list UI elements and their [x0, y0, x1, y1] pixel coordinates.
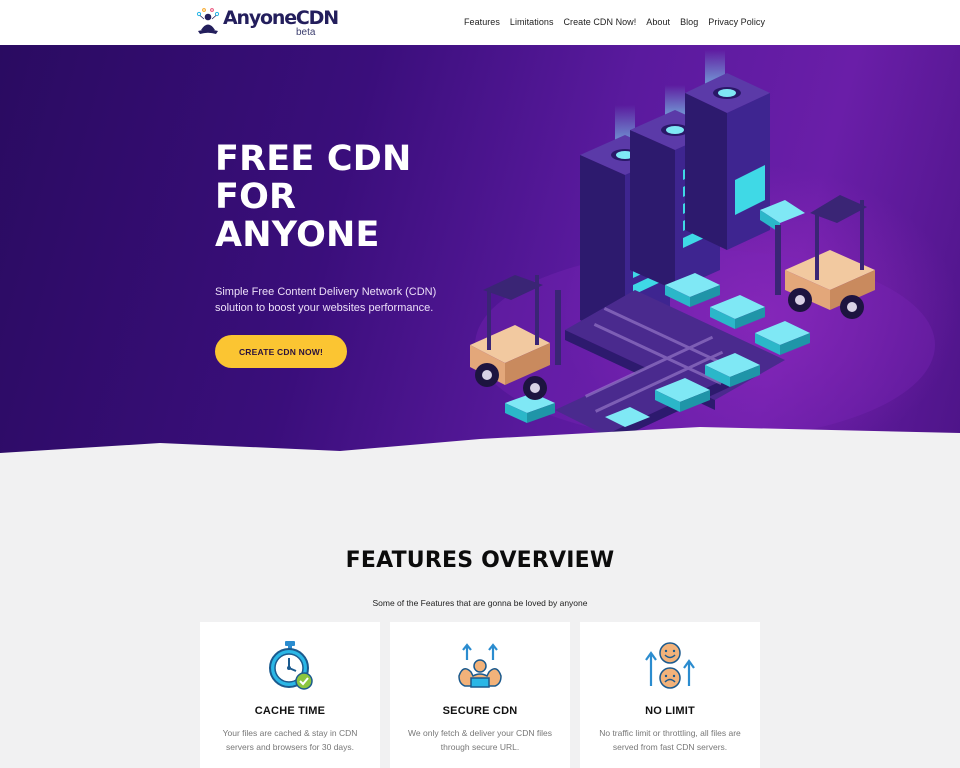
- feature-card-title: CACHE TIME: [254, 705, 326, 717]
- nav-create-cdn[interactable]: Create CDN Now!: [564, 17, 637, 27]
- hero-subtitle: Simple Free Content Delivery Network (CD…: [215, 286, 437, 314]
- feature-card-description: Your files are cached & stay in CDN serv…: [222, 728, 358, 752]
- features-subtitle: Some of the Features that are gonna be l…: [372, 598, 588, 608]
- create-cdn-button[interactable]: CREATE CDN NOW!: [215, 335, 347, 368]
- no-limit-icon: [645, 642, 695, 689]
- hero-wave-divider: [0, 427, 960, 465]
- logo[interactable]: AnyoneCDN beta: [195, 7, 339, 39]
- nav-blog[interactable]: Blog: [680, 17, 698, 27]
- meditating-person-logo-icon: [196, 8, 220, 34]
- site-header: AnyoneCDN beta Features Limitations Crea…: [0, 0, 960, 45]
- feature-card-description: No traffic limit or throttling, all file…: [599, 728, 741, 752]
- brand-tag: beta: [296, 27, 316, 38]
- feature-card-secure-cdn: SECURE CDN We only fetch & deliver your …: [390, 622, 570, 768]
- feature-card-title: SECURE CDN: [442, 705, 518, 717]
- nav-privacy-policy[interactable]: Privacy Policy: [708, 17, 765, 27]
- strong-person-icon: [458, 643, 502, 688]
- nav-limitations[interactable]: Limitations: [510, 17, 554, 27]
- server-rack: [685, 73, 770, 250]
- feature-card-description: We only fetch & deliver your CDN files t…: [408, 728, 552, 752]
- stopwatch-icon: [269, 641, 313, 690]
- nav-features[interactable]: Features: [464, 17, 500, 27]
- brand-name: AnyoneCDN: [223, 7, 339, 29]
- feature-card-no-limit: NO LIMIT No traffic limit or throttling,…: [580, 622, 760, 768]
- data-center-illustration: [470, 50, 935, 445]
- hero-section: FREE CDN FOR ANYONE Simple Free Content …: [0, 45, 960, 465]
- nav-about[interactable]: About: [646, 17, 670, 27]
- features-title: FEATURES OVERVIEW: [345, 548, 615, 573]
- feature-card-title: NO LIMIT: [645, 705, 695, 717]
- feature-card-cache-time: CACHE TIME Your files are cached & stay …: [200, 622, 380, 768]
- main-nav: Features Limitations Create CDN Now! Abo…: [464, 17, 765, 27]
